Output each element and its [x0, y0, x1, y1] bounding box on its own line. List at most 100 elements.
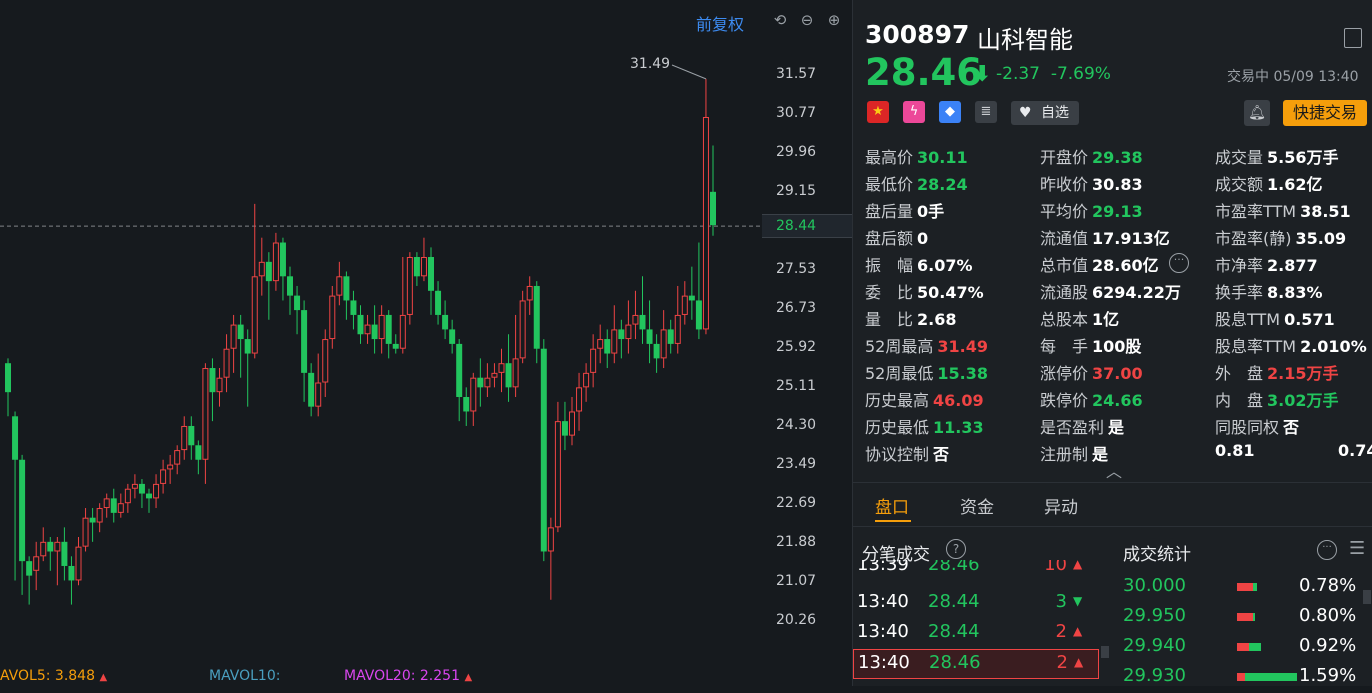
candle-body-down [308, 372, 315, 407]
stat-value: 0.74 [1338, 441, 1372, 460]
zoom-out-icon[interactable]: ⊖ [797, 10, 817, 30]
mavol5-text: AVOL5: 3.848 [0, 668, 95, 684]
watchlist-label: 自选 [1041, 105, 1069, 121]
document-icon[interactable] [1344, 28, 1362, 48]
tab-orderbook[interactable]: 盘口 [875, 493, 909, 518]
candle-body-down [477, 377, 484, 388]
kline-chart-pane[interactable]: 前复权 ⟲ ⊖ ⊕ 31.57 30.77 29.96 29.15 27.53 26.73… [0, 0, 852, 686]
candle-body-up [378, 314, 385, 340]
tick-volume: 2 [1055, 621, 1067, 642]
stat-label: 最低价 [865, 175, 914, 194]
zoom-in-icon[interactable]: ⊕ [824, 10, 844, 30]
candle-body-down [343, 276, 350, 301]
stat-label: 市盈率(静) [1215, 229, 1292, 248]
stat-cell: 同股同权否 [1215, 414, 1299, 438]
candle-body-down [540, 348, 547, 552]
stat-value: 29.13 [1092, 202, 1143, 221]
stat-label: 盘后额 [865, 229, 914, 248]
stat-cell: 总市值 28.60亿 [1040, 252, 1159, 276]
candle-body-up [322, 339, 329, 383]
tick-time: 13:39 [857, 560, 909, 575]
candlestick-chart[interactable] [0, 0, 852, 686]
stat-cell: 平均价 29.13 [1040, 198, 1143, 222]
stat-label: 委 比 [865, 283, 914, 302]
candle-body-up [611, 329, 618, 354]
stat-value: 6.07% [917, 256, 973, 275]
tick-row[interactable]: 13:40 28.46 2 ▲ [853, 649, 1099, 679]
stock-code: 300897 [865, 20, 970, 49]
stat-value: 38.51 [1300, 202, 1351, 221]
tag-icon[interactable]: ◆ [939, 101, 961, 123]
note-icon[interactable]: ≣ [975, 101, 997, 123]
candle-body-down [561, 421, 568, 436]
bell-icon[interactable]: 🔔︎ [1244, 100, 1270, 126]
lightning-icon[interactable]: ϟ [903, 101, 925, 123]
stat-label: 总市值 [1040, 256, 1089, 275]
stat-price: 29.950 [1123, 605, 1186, 626]
stat-value: 29.38 [1092, 148, 1143, 167]
stat-price: 29.930 [1123, 665, 1186, 686]
candle-body-up [583, 372, 590, 388]
candle-body-down [463, 397, 470, 412]
buy-volume-bar [1237, 673, 1245, 681]
stat-cell: 量 比 2.68 [865, 306, 957, 330]
mavol20-text: MAVOL20: 2.251 [344, 668, 460, 684]
stat-cell: 股息率TTM 2.010% [1215, 333, 1367, 357]
trade-stat-row[interactable]: 30.000 0.78% [1123, 573, 1363, 603]
stat-value: 37.00 [1092, 364, 1143, 383]
tick-row[interactable]: 13:40 28.44 2 ▲ [853, 619, 1097, 647]
trade-stat-row[interactable]: 29.930 1.59% [1123, 663, 1363, 693]
collapse-icon[interactable]: ︿ [1106, 458, 1122, 482]
stat-cell: 历史最低 11.33 [865, 414, 984, 438]
candle-body-down [188, 425, 195, 446]
add-watchlist-button[interactable]: ♥ 自选 [1011, 101, 1079, 125]
candle-body-down [209, 368, 216, 393]
y-tick-label: 20.26 [776, 612, 817, 628]
china-flag-icon[interactable]: ★ [867, 101, 889, 123]
stat-label: 协议控制 [865, 445, 930, 464]
stat-percent: 0.92% [1299, 635, 1357, 656]
tick-list[interactable]: 13:39 28.46 10 ▲ 13:40 28.44 3 ▼ 13:40 28.44 2 ▲ 13:… [853, 560, 1103, 686]
candle-body-up [181, 425, 188, 451]
tick-row[interactable]: 13:39 28.46 10 ▲ [853, 560, 1097, 580]
stat-value: 0 [917, 229, 929, 248]
candle-body-down [301, 310, 308, 373]
candle-body-down [265, 261, 272, 282]
more-icon[interactable]: ··· [1317, 540, 1337, 560]
reset-icon[interactable]: ⟲ [770, 10, 790, 30]
candle-body-up [329, 295, 336, 340]
trade-stat-row[interactable]: 29.940 0.92% [1123, 633, 1363, 663]
scrollbar[interactable] [1363, 590, 1371, 604]
candle-body-down [12, 416, 19, 460]
mavol20-legend: MAVOL20: 2.251 ▲ [344, 668, 472, 684]
candle-body-down [26, 561, 33, 576]
sell-volume-bar [1253, 613, 1255, 621]
candle-body-down [287, 276, 293, 296]
candle-body-up [216, 377, 223, 393]
scrollbar[interactable] [1101, 646, 1109, 658]
more-icon[interactable]: ··· [1169, 253, 1189, 273]
stat-cell: 市盈率(静) 35.09 [1215, 225, 1346, 249]
candle-body-down [695, 300, 702, 330]
candle-body-up [54, 541, 61, 552]
stat-price: 30.000 [1123, 575, 1186, 596]
y-tick-label: 30.77 [776, 104, 817, 121]
help-icon[interactable]: ? [946, 539, 966, 559]
stat-cell: 最低价 28.24 [865, 171, 968, 195]
tick-row[interactable]: 13:40 28.44 3 ▼ [853, 589, 1097, 617]
candle-body-down [646, 329, 653, 344]
stat-cell: 每 手 100股 [1040, 333, 1141, 357]
quick-trade-button[interactable]: 快捷交易 [1283, 100, 1367, 126]
tab-movement[interactable]: 异动 [1044, 493, 1078, 518]
list-icon[interactable]: ☰ [1349, 538, 1365, 559]
stat-value: 0.571 [1284, 310, 1335, 329]
tab-capital[interactable]: 资金 [960, 493, 994, 518]
y-tick-label: 27.53 [776, 261, 817, 278]
y-tick-label: 23.49 [776, 456, 817, 473]
stat-value: 1.62亿 [1267, 175, 1323, 194]
trade-stat-row[interactable]: 29.950 0.80% [1123, 603, 1363, 633]
adjust-mode-button[interactable]: 前复权 [696, 11, 744, 35]
candle-body-up [124, 488, 131, 504]
stat-cell: 市盈率TTM 38.51 [1215, 198, 1351, 222]
candle-body-down [688, 295, 695, 301]
